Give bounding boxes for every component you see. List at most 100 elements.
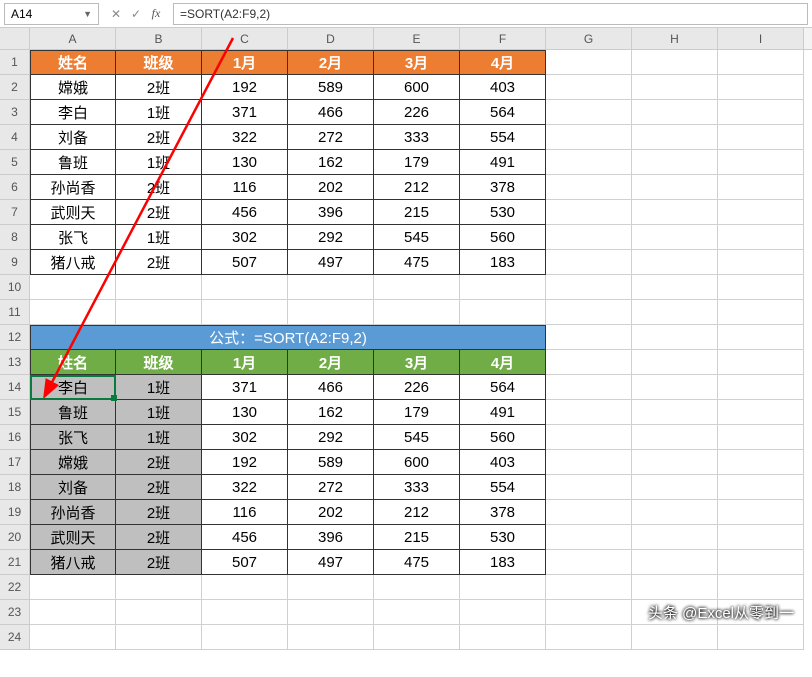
- table1-header[interactable]: 4月: [460, 50, 546, 75]
- cell[interactable]: [546, 275, 632, 300]
- table1-cell[interactable]: 183: [460, 250, 546, 275]
- table1-header[interactable]: 1月: [202, 50, 288, 75]
- table1-cell[interactable]: 530: [460, 200, 546, 225]
- row-header-14[interactable]: 14: [0, 375, 30, 400]
- cell[interactable]: [374, 625, 460, 650]
- col-header-F[interactable]: F: [460, 28, 546, 49]
- table1-cell[interactable]: 2班: [116, 250, 202, 275]
- row-header-9[interactable]: 9: [0, 250, 30, 275]
- cell[interactable]: [546, 250, 632, 275]
- row-header-19[interactable]: 19: [0, 500, 30, 525]
- table1-cell[interactable]: 1班: [116, 225, 202, 250]
- table2-cell[interactable]: 507: [202, 550, 288, 575]
- cell[interactable]: [288, 300, 374, 325]
- table2-cell[interactable]: 2班: [116, 550, 202, 575]
- table1-cell[interactable]: 292: [288, 225, 374, 250]
- cell[interactable]: [546, 550, 632, 575]
- cell[interactable]: [546, 400, 632, 425]
- table1-cell[interactable]: 1班: [116, 150, 202, 175]
- table2-cell[interactable]: 491: [460, 400, 546, 425]
- cell[interactable]: [718, 500, 804, 525]
- col-header-C[interactable]: C: [202, 28, 288, 49]
- table1-cell[interactable]: 560: [460, 225, 546, 250]
- table2-cell[interactable]: 嫦娥: [30, 450, 116, 475]
- cell[interactable]: [460, 625, 546, 650]
- cell[interactable]: [546, 525, 632, 550]
- row-header-13[interactable]: 13: [0, 350, 30, 375]
- table2-cell[interactable]: 560: [460, 425, 546, 450]
- table1-cell[interactable]: 371: [202, 100, 288, 125]
- cell[interactable]: [632, 350, 718, 375]
- fx-icon[interactable]: fx: [147, 4, 165, 24]
- cell[interactable]: [718, 400, 804, 425]
- table2-cell[interactable]: 武则天: [30, 525, 116, 550]
- cell[interactable]: [632, 300, 718, 325]
- cell[interactable]: [718, 275, 804, 300]
- cell[interactable]: [546, 475, 632, 500]
- cell[interactable]: [718, 425, 804, 450]
- table2-cell[interactable]: 589: [288, 450, 374, 475]
- table2-cell[interactable]: 2班: [116, 500, 202, 525]
- formula-input[interactable]: =SORT(A2:F9,2): [173, 3, 808, 25]
- table1-cell[interactable]: 302: [202, 225, 288, 250]
- cell[interactable]: [546, 175, 632, 200]
- col-header-B[interactable]: B: [116, 28, 202, 49]
- table1-header[interactable]: 姓名: [30, 50, 116, 75]
- cell[interactable]: [202, 625, 288, 650]
- cell[interactable]: [632, 500, 718, 525]
- table1-cell[interactable]: 猪八戒: [30, 250, 116, 275]
- table1-cell[interactable]: 2班: [116, 175, 202, 200]
- cell[interactable]: [546, 575, 632, 600]
- table1-cell[interactable]: 130: [202, 150, 288, 175]
- cell[interactable]: [632, 525, 718, 550]
- table2-cell[interactable]: 孙尚香: [30, 500, 116, 525]
- cell[interactable]: [546, 600, 632, 625]
- row-header-3[interactable]: 3: [0, 100, 30, 125]
- table2-header[interactable]: 4月: [460, 350, 546, 375]
- cell[interactable]: [288, 575, 374, 600]
- table2-cell[interactable]: 猪八戒: [30, 550, 116, 575]
- cell[interactable]: [202, 275, 288, 300]
- cell[interactable]: [460, 600, 546, 625]
- table2-cell[interactable]: 475: [374, 550, 460, 575]
- row-header-15[interactable]: 15: [0, 400, 30, 425]
- table2-cell[interactable]: 162: [288, 400, 374, 425]
- cell[interactable]: [202, 300, 288, 325]
- cell[interactable]: [374, 575, 460, 600]
- table2-cell[interactable]: 322: [202, 475, 288, 500]
- col-header-A[interactable]: A: [30, 28, 116, 49]
- table1-cell[interactable]: 589: [288, 75, 374, 100]
- cell[interactable]: [632, 625, 718, 650]
- table1-cell[interactable]: 2班: [116, 75, 202, 100]
- table2-cell[interactable]: 130: [202, 400, 288, 425]
- cell[interactable]: [30, 625, 116, 650]
- cell[interactable]: [460, 575, 546, 600]
- cell[interactable]: [718, 375, 804, 400]
- cell[interactable]: [632, 375, 718, 400]
- table2-cell[interactable]: 1班: [116, 375, 202, 400]
- cell[interactable]: [30, 300, 116, 325]
- cell[interactable]: [632, 100, 718, 125]
- table1-cell[interactable]: 202: [288, 175, 374, 200]
- cell[interactable]: [546, 150, 632, 175]
- cell[interactable]: [202, 575, 288, 600]
- cell[interactable]: [718, 50, 804, 75]
- table2-cell[interactable]: 466: [288, 375, 374, 400]
- cell[interactable]: [718, 575, 804, 600]
- cell[interactable]: [632, 75, 718, 100]
- row-header-1[interactable]: 1: [0, 50, 30, 75]
- cell[interactable]: [632, 50, 718, 75]
- table1-cell[interactable]: 456: [202, 200, 288, 225]
- cell[interactable]: [718, 625, 804, 650]
- table1-cell[interactable]: 212: [374, 175, 460, 200]
- table1-header[interactable]: 2月: [288, 50, 374, 75]
- row-header-18[interactable]: 18: [0, 475, 30, 500]
- table1-cell[interactable]: 466: [288, 100, 374, 125]
- name-box-dropdown-icon[interactable]: ▼: [83, 9, 92, 19]
- cell[interactable]: [718, 225, 804, 250]
- cell[interactable]: [718, 150, 804, 175]
- table1-cell[interactable]: 600: [374, 75, 460, 100]
- row-header-2[interactable]: 2: [0, 75, 30, 100]
- col-header-D[interactable]: D: [288, 28, 374, 49]
- table2-header[interactable]: 1月: [202, 350, 288, 375]
